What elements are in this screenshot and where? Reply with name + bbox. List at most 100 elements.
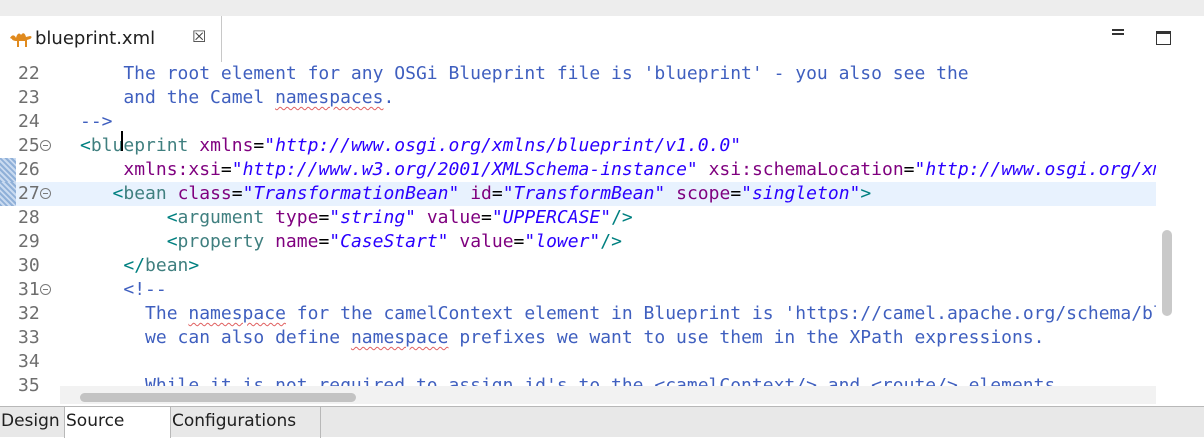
code-token: for the camelContext element in Blueprin… xyxy=(296,303,1156,324)
code-token: /> xyxy=(600,231,622,252)
code-token: --> xyxy=(80,111,113,132)
horizontal-scrollbar-thumb[interactable] xyxy=(80,393,356,402)
line-number: 31 xyxy=(18,279,40,300)
code-token: = xyxy=(513,231,525,252)
code-token: . xyxy=(383,87,395,108)
fold-toggle-icon[interactable] xyxy=(40,284,51,295)
code-line[interactable]: 25 <blueprint xmlns="http://www.osgi.org/… xyxy=(0,134,1156,158)
camel-icon xyxy=(10,33,32,47)
code-line[interactable]: 24 --> xyxy=(0,110,1156,134)
line-number: 34 xyxy=(18,351,40,372)
code-token: The root element for any OSGi Blueprint … xyxy=(80,63,969,84)
tab-configurations[interactable]: Configurations xyxy=(171,407,321,438)
line-number: 25 xyxy=(18,135,40,156)
code-token: value xyxy=(459,231,514,252)
code-token: bean xyxy=(123,183,167,204)
code-text: </bean> xyxy=(80,254,199,278)
code-token: "TransformBean" xyxy=(502,183,666,204)
code-token: "http://www.osgi.org/xmlns/blueprint/v1.… xyxy=(264,135,742,156)
code-token: < xyxy=(80,135,91,156)
line-number: 33 xyxy=(18,327,40,348)
code-text: The root element for any OSGi Blueprint … xyxy=(80,62,969,86)
tab-source[interactable]: Source xyxy=(65,407,171,438)
code-token: = xyxy=(491,183,503,204)
tab-design[interactable]: Design xyxy=(0,407,65,438)
code-text: <property name="CaseStart" value="lower"… xyxy=(80,230,622,254)
code-token: name xyxy=(275,231,319,252)
vertical-scrollbar-thumb[interactable] xyxy=(1162,230,1172,316)
code-token: = xyxy=(253,135,265,156)
line-number: 24 xyxy=(18,111,40,132)
code-token: > xyxy=(860,183,872,204)
code-line[interactable]: 26 xmlns:xsi="http://www.w3.org/2001/XML… xyxy=(0,158,1156,182)
tab-title: blueprint.xml xyxy=(35,28,156,49)
line-number: 27 xyxy=(18,183,40,204)
code-token: = xyxy=(318,231,330,252)
code-line[interactable]: 27 <bean class="TransformationBean" id="… xyxy=(0,182,1156,206)
code-line[interactable]: 33 we can also define namespace prefixes… xyxy=(0,326,1156,350)
code-token: "UPPERCASE" xyxy=(491,207,612,228)
tab-blueprint-xml[interactable]: blueprint.xml ☒ xyxy=(0,16,222,62)
code-token: "CaseStart" xyxy=(329,231,449,252)
code-token: = xyxy=(220,159,232,180)
code-line[interactable]: 28 <argument type="string" value="UPPERC… xyxy=(0,206,1156,230)
code-token: and the Camel xyxy=(80,87,276,108)
tab-bar-background xyxy=(0,0,1204,16)
code-token: = xyxy=(481,207,492,228)
code-token: namespace xyxy=(350,327,449,348)
code-token: <!-- xyxy=(123,279,167,300)
code-token: type xyxy=(275,207,319,228)
code-line[interactable]: 32 The namespace for the camelContext el… xyxy=(0,302,1156,326)
tab-configurations-label: Configurations xyxy=(172,411,297,431)
code-token: namespace xyxy=(188,303,286,324)
code-text: <blueprint xmlns="http://www.osgi.org/xm… xyxy=(80,134,741,158)
code-token: namespaces xyxy=(275,87,384,108)
code-line[interactable]: 29 <property name="CaseStart" value="low… xyxy=(0,230,1156,254)
code-text: <bean class="TransformationBean" id="Tra… xyxy=(80,182,872,206)
editor-page-tabs: Design Source Configurations xyxy=(0,406,1204,438)
fold-toggle-icon[interactable] xyxy=(40,188,51,199)
code-token: "string" xyxy=(329,207,416,228)
code-token: "lower" xyxy=(524,231,601,252)
code-token: = xyxy=(231,183,243,204)
code-token: value xyxy=(426,207,482,228)
code-token: > xyxy=(188,255,200,276)
line-number: 26 xyxy=(18,159,40,180)
fold-toggle-icon[interactable] xyxy=(40,140,51,151)
code-token: /> xyxy=(611,207,633,228)
code-token: = xyxy=(730,183,742,204)
close-icon[interactable]: ☒ xyxy=(192,27,206,46)
code-token: xsi:schemaLocation xyxy=(708,159,904,180)
code-line[interactable]: 23 and the Camel namespaces. xyxy=(0,86,1156,110)
line-number: 30 xyxy=(18,255,40,276)
code-token: "http://www.w3.org/2001/XMLSchema-instan… xyxy=(231,159,698,180)
code-token: "TransformationBean" xyxy=(242,183,460,204)
maximize-icon[interactable] xyxy=(1156,31,1171,45)
code-line[interactable]: 22 The root element for any OSGi Bluepri… xyxy=(0,62,1156,86)
source-editor[interactable]: 22 The root element for any OSGi Bluepri… xyxy=(0,62,1156,406)
code-line[interactable]: 30 </bean> xyxy=(0,254,1156,278)
minimize-icon[interactable] xyxy=(1112,29,1124,35)
code-token: < xyxy=(166,207,178,228)
line-number: 23 xyxy=(18,87,40,108)
code-token: id xyxy=(470,183,492,204)
code-token: The xyxy=(80,303,189,324)
code-token: class xyxy=(177,183,232,204)
code-line[interactable]: 31 <!-- xyxy=(0,278,1156,302)
code-token: "http://www.osgi.org/xmlns/blueprint/v1.… xyxy=(914,159,1156,180)
code-token: xmlns:xsi xyxy=(123,159,221,180)
code-token: < xyxy=(166,231,178,252)
editor-tab-bar: blueprint.xml ☒ xyxy=(0,0,1204,62)
code-line[interactable]: 34 xyxy=(0,350,1156,374)
